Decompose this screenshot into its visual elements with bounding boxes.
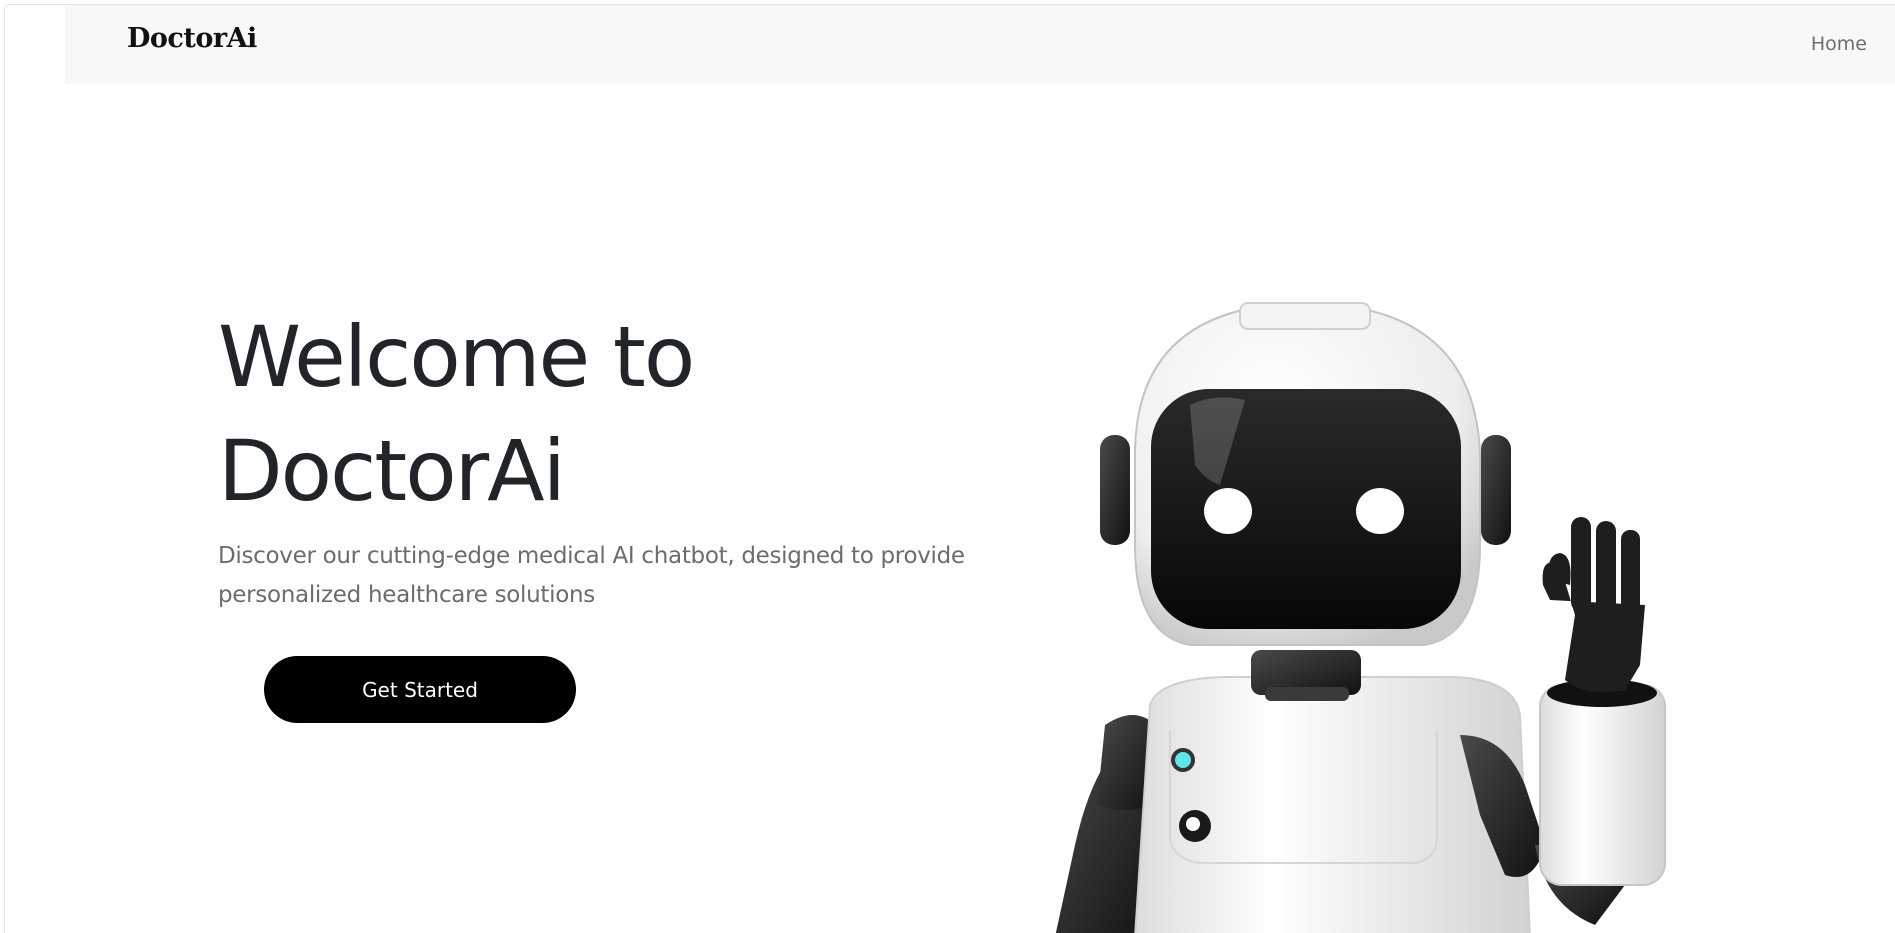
robot-eye-left xyxy=(1204,488,1252,534)
robot-eye-right xyxy=(1356,488,1404,534)
navbar: DoctorAi Home xyxy=(65,5,1895,84)
get-started-button[interactable]: Get Started xyxy=(264,656,576,723)
hero-title-line-1: Welcome to xyxy=(218,308,695,406)
robot-torso xyxy=(1134,675,1531,933)
brand-logo[interactable]: DoctorAi xyxy=(127,23,257,54)
hero-subtitle: Discover our cutting-edge medical AI cha… xyxy=(218,543,965,608)
nav-link-home[interactable]: Home xyxy=(1811,33,1867,55)
robot-icon xyxy=(1055,301,1666,933)
page-frame: DoctorAi Home Welcome to DoctorAi Discove… xyxy=(4,4,1895,933)
hero-title: Welcome to DoctorAi xyxy=(218,300,838,528)
hero-title-line-2: DoctorAi xyxy=(218,422,566,520)
robot-hand xyxy=(1542,517,1645,693)
robot-ear-right xyxy=(1481,435,1511,545)
robot-ear-left xyxy=(1100,435,1130,545)
